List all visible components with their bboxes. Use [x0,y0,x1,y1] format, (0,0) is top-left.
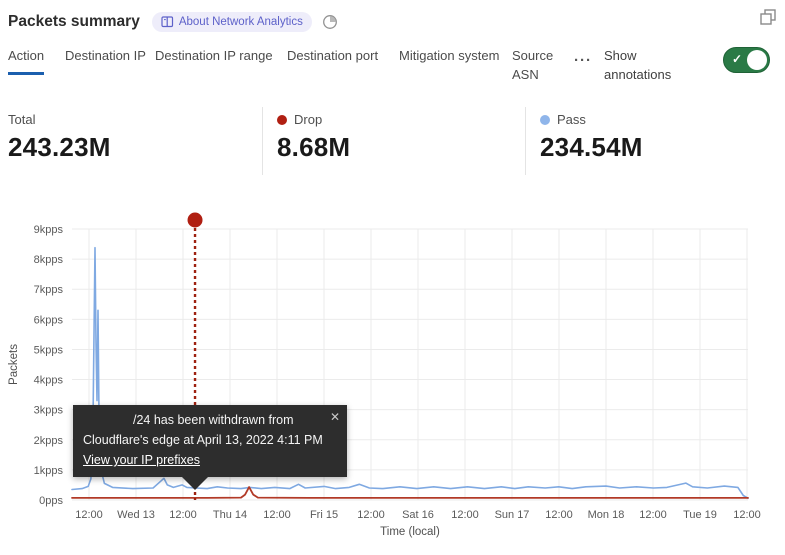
tab-destination-port[interactable]: Destination port [287,44,399,66]
y-tick-label: 7kpps [34,284,64,296]
packets-time-series-chart[interactable]: 0pps 1kpps 2kpps 3kpps 4kpps 5kpps 6kpps 7kpps 8… [0,205,785,555]
x-tick-label: 12:00 [451,509,479,521]
y-tick-label: 5kpps [34,344,64,356]
packets-summary-panel: Packets summary About Network Analytics … [0,0,785,555]
x-tick-label: Mon 18 [588,509,625,521]
stats-divider [525,107,526,175]
tooltip-text-line2: Cloudflare's edge at April 13, 2022 4:11… [83,430,337,450]
x-tick-label: Sun 17 [495,509,530,521]
drop-legend-dot [277,115,287,125]
y-tick-label: 3kpps [34,405,64,417]
page-title: Packets summary [8,13,140,31]
tab-source-asn[interactable]: Source ASN [512,44,572,85]
pass-legend-dot [540,115,550,125]
check-icon: ✓ [732,52,742,66]
chart-canvas: 0pps 1kpps 2kpps 3kpps 4kpps 5kpps 6kpps 7kpps 8… [0,205,785,555]
book-icon [161,16,174,28]
toggle-knob [747,50,767,70]
stat-drop: Drop 8.68M [277,112,350,163]
x-tick-label: 12:00 [169,509,197,521]
badge-label: About Network Analytics [179,16,303,28]
y-tick-label: 2kpps [34,435,64,447]
x-tick-label: 12:00 [639,509,667,521]
x-tick-label: 12:00 [545,509,573,521]
show-annotations-toggle[interactable]: ✓ [723,47,770,73]
stat-total-label: Total [8,112,35,127]
y-tick-label: 6kpps [34,314,64,326]
series-drop-line [72,487,748,498]
x-axis-title: Time (local) [380,526,440,538]
tab-mitigation-system[interactable]: Mitigation system [399,44,512,66]
annotation-marker-dot [188,213,203,228]
panel-header: Packets summary About Network Analytics [8,8,777,36]
time-window-icon[interactable] [322,14,338,30]
y-tick-label: 1kpps [34,465,64,477]
tab-destination-ip-range[interactable]: Destination IP range [155,44,287,66]
x-tick-label: Tue 19 [683,509,717,521]
stat-total: Total 243.23M [8,112,111,163]
tooltip-text-line1: /24 has been withdrawn from [83,410,337,430]
stat-pass: Pass 234.54M [540,112,643,163]
tab-destination-ip[interactable]: Destination IP [65,44,155,66]
annotation-tooltip: ✕ /24 has been withdrawn from Cloudflare… [73,405,347,477]
open-in-new-window-icon[interactable] [759,8,777,26]
y-axis-title: Packets [8,344,20,385]
y-tick-label: 0pps [39,495,63,507]
x-tick-label: Wed 13 [117,509,155,521]
x-tick-label: Fri 15 [310,509,338,521]
about-network-analytics-badge[interactable]: About Network Analytics [152,12,312,32]
more-tabs-icon[interactable]: ··· [574,52,592,69]
x-tick-label: 12:00 [263,509,291,521]
y-tick-label: 8kpps [34,254,64,266]
dimension-tabs: Action Destination IP Destination IP ran… [8,44,690,85]
stat-total-value: 243.23M [8,132,111,163]
stat-pass-label: Pass [557,112,586,127]
x-tick-label: 12:00 [733,509,761,521]
stat-drop-label: Drop [294,112,322,127]
stat-drop-value: 8.68M [277,132,350,163]
tab-action[interactable]: Action [8,44,65,75]
y-tick-label: 9kpps [34,224,64,236]
stats-divider [262,107,263,175]
x-tick-label: 12:00 [357,509,385,521]
view-ip-prefixes-link[interactable]: View your IP prefixes [83,453,200,467]
show-annotations-label: Show annotations [604,44,690,85]
x-tick-label: Thu 14 [213,509,247,521]
x-tick-label: 12:00 [75,509,103,521]
y-tick-label: 4kpps [34,375,64,387]
stat-pass-value: 234.54M [540,132,643,163]
x-tick-label: Sat 16 [402,509,434,521]
close-icon[interactable]: ✕ [330,407,340,427]
stats-row: Total 243.23M Drop 8.68M Pass 234.54M [0,104,785,182]
